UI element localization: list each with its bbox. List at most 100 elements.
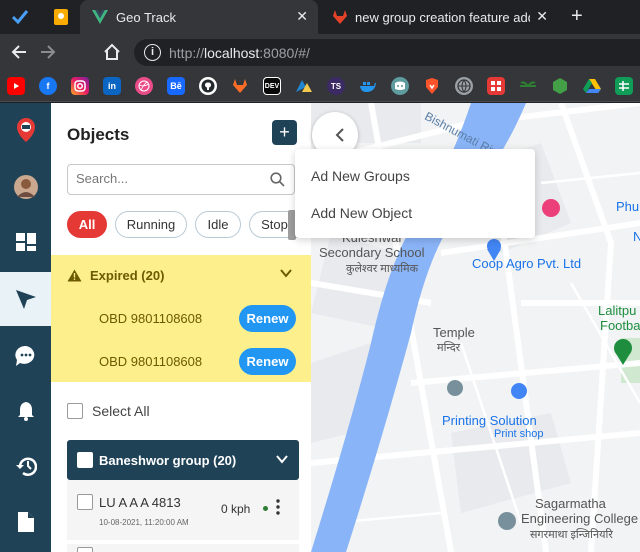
pinned-tab-check[interactable] bbox=[9, 6, 31, 28]
new-tab-button[interactable]: + bbox=[571, 5, 583, 28]
github-icon[interactable] bbox=[199, 77, 217, 95]
user-avatar-button[interactable] bbox=[0, 160, 51, 214]
filter-running[interactable]: Running bbox=[115, 211, 187, 238]
brave-icon[interactable] bbox=[423, 77, 441, 95]
status-dot bbox=[263, 506, 268, 511]
behance-icon[interactable]: Bē bbox=[167, 77, 185, 95]
url-field[interactable]: i http://localhost:8080/#/ bbox=[134, 39, 640, 66]
group-header[interactable]: Baneshwor group (20) bbox=[67, 440, 299, 480]
grid-app-icon[interactable] bbox=[487, 77, 505, 95]
chevron-down-icon[interactable] bbox=[279, 266, 293, 280]
gitlab-icon bbox=[333, 10, 347, 24]
tab-geo-track[interactable]: Geo Track ✕ bbox=[80, 0, 318, 34]
college-label-np: सगरमाथा इन्जिनियरि bbox=[530, 529, 613, 541]
home-button[interactable] bbox=[100, 40, 124, 64]
tab-gitlab[interactable]: new group creation feature adde ✕ bbox=[322, 0, 558, 34]
youtube-icon[interactable] bbox=[7, 77, 25, 95]
pinned-tab-keep[interactable] bbox=[50, 6, 72, 28]
tab-title: new group creation feature adde bbox=[355, 10, 530, 25]
expired-label: Expired (20) bbox=[90, 268, 165, 283]
select-all-label: Select All bbox=[92, 403, 150, 419]
filter-all[interactable]: All bbox=[67, 211, 107, 238]
nodejs-icon[interactable] bbox=[551, 77, 569, 95]
dashboard-icon bbox=[15, 233, 36, 251]
instagram-icon[interactable] bbox=[71, 77, 89, 95]
football-label: Footba bbox=[600, 318, 640, 333]
forward-button[interactable] bbox=[36, 40, 60, 64]
vehicle-datetime: 10-08-2021, 11:20:00 AM bbox=[99, 518, 189, 527]
vehicle-speed: 0 kph bbox=[221, 502, 251, 516]
menu-item-add-object[interactable]: Add New Object bbox=[311, 205, 412, 221]
codeberg-icon[interactable] bbox=[295, 77, 313, 95]
linkedin-icon[interactable]: in bbox=[103, 77, 121, 95]
typescript-icon[interactable]: TS bbox=[327, 77, 345, 95]
nav-documents[interactable] bbox=[0, 495, 51, 549]
app-logo[interactable] bbox=[0, 103, 51, 157]
drive-icon[interactable] bbox=[583, 77, 601, 95]
vehicle-checkbox[interactable] bbox=[77, 547, 93, 552]
renew-button[interactable]: Renew bbox=[239, 348, 296, 375]
home-icon bbox=[104, 43, 120, 60]
nav-notifications[interactable] bbox=[0, 384, 51, 438]
renew-button[interactable]: Renew bbox=[239, 305, 296, 332]
vehicle-row[interactable]: LU A A A 4813 10-08-2021, 11:20:00 AM 0 … bbox=[67, 480, 299, 540]
select-all-checkbox[interactable] bbox=[67, 403, 83, 419]
tab-title: Geo Track bbox=[116, 10, 176, 25]
more-vertical-icon[interactable] bbox=[276, 499, 280, 515]
college-label-1: Sagarmatha bbox=[535, 496, 606, 511]
group-label: Baneshwor group (20) bbox=[99, 453, 237, 468]
docker-icon[interactable] bbox=[359, 77, 377, 95]
facebook-icon[interactable]: f bbox=[39, 77, 57, 95]
chevron-left-icon bbox=[335, 128, 344, 142]
objects-panel: Objects + All Running Idle Stop Expired … bbox=[51, 103, 311, 552]
url-text: http://localhost:8080/#/ bbox=[169, 45, 310, 61]
arrow-left-icon bbox=[11, 45, 26, 59]
keep-notes-icon bbox=[54, 9, 68, 25]
discord-icon[interactable] bbox=[391, 77, 409, 95]
history-icon bbox=[15, 457, 37, 476]
browser-tab-bar: Geo Track ✕ new group creation feature a… bbox=[0, 0, 640, 34]
college-label-2: Engineering College bbox=[521, 511, 639, 526]
dribbble-icon[interactable] bbox=[135, 77, 153, 95]
nav-tracking[interactable] bbox=[0, 272, 51, 326]
filter-idle[interactable]: Idle bbox=[195, 211, 241, 238]
expired-header[interactable]: Expired (20) bbox=[67, 268, 164, 283]
add-button[interactable]: + bbox=[272, 120, 297, 145]
expired-item-name: OBD 9801108608 bbox=[99, 311, 203, 326]
back-button[interactable] bbox=[7, 40, 31, 64]
search-input[interactable] bbox=[76, 171, 256, 186]
address-bar: i http://localhost:8080/#/ bbox=[0, 34, 640, 70]
dev-icon[interactable]: DEV bbox=[263, 77, 281, 95]
temple-label: Temple bbox=[433, 325, 475, 340]
chevron-down-icon[interactable] bbox=[275, 452, 289, 466]
nav-chat[interactable] bbox=[0, 329, 51, 383]
search-field[interactable] bbox=[67, 164, 295, 195]
avatar bbox=[13, 175, 38, 199]
site-info-icon[interactable]: i bbox=[144, 44, 161, 61]
vue-icon bbox=[92, 10, 108, 24]
add-menu: Ad New Groups Add New Object bbox=[295, 149, 535, 238]
printing-sub-label: Print shop bbox=[494, 428, 544, 440]
navigation-icon bbox=[15, 290, 36, 309]
globe-icon[interactable] bbox=[455, 77, 473, 95]
nav-history[interactable] bbox=[0, 439, 51, 493]
nav-dashboard[interactable] bbox=[0, 215, 51, 269]
warning-icon bbox=[67, 269, 82, 282]
chat-icon bbox=[14, 345, 34, 366]
close-tab-icon[interactable]: ✕ bbox=[296, 8, 308, 25]
vehicle-row[interactable] bbox=[67, 544, 299, 552]
bell-icon bbox=[17, 402, 34, 421]
group-checkbox[interactable] bbox=[77, 452, 93, 468]
expired-item-name: OBD 9801108608 bbox=[99, 354, 203, 369]
search-icon[interactable] bbox=[270, 172, 285, 187]
sprout-icon[interactable] bbox=[519, 77, 537, 95]
gitlab-icon[interactable] bbox=[231, 77, 249, 95]
lalitpur-label: Lalitpu bbox=[598, 303, 637, 318]
select-all[interactable]: Select All bbox=[67, 403, 150, 419]
sheets-icon[interactable] bbox=[615, 77, 633, 95]
menu-item-add-groups[interactable]: Ad New Groups bbox=[311, 168, 410, 184]
arrow-right-icon bbox=[41, 45, 56, 59]
vehicle-checkbox[interactable] bbox=[77, 494, 93, 510]
phu-label: Phu bbox=[616, 199, 640, 214]
close-tab-icon[interactable]: ✕ bbox=[536, 8, 548, 25]
